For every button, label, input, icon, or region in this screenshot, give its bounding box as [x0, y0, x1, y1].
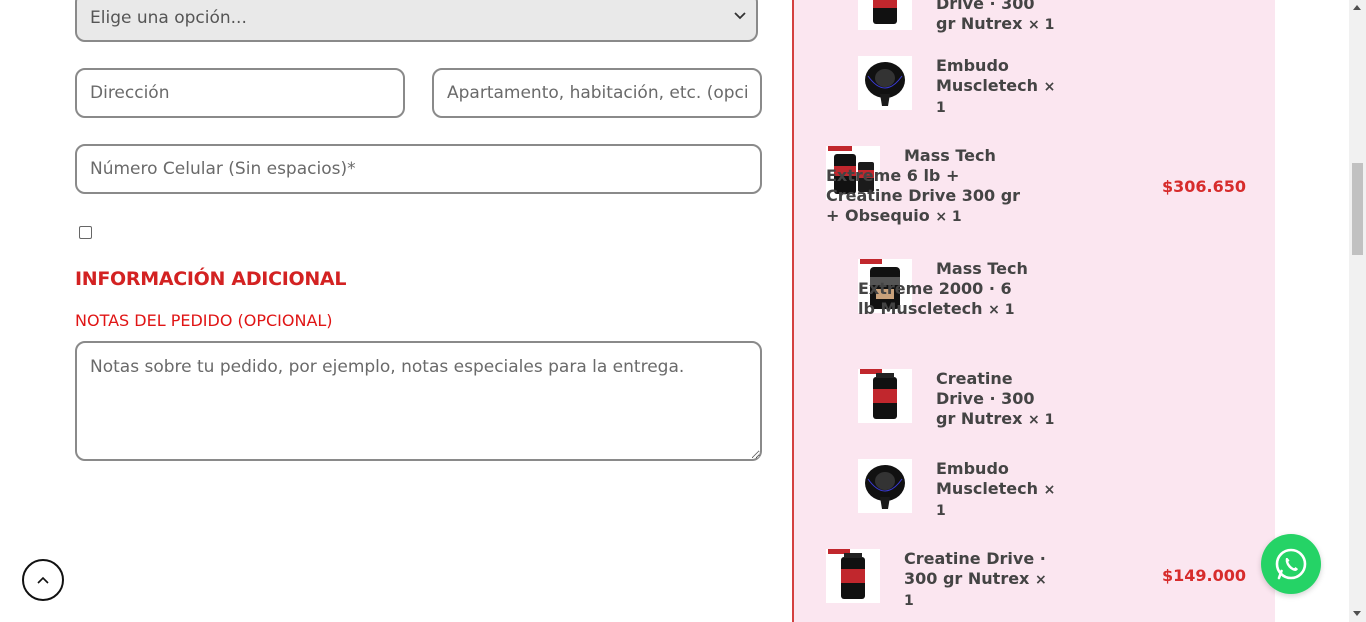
item-price: $149.000 [1161, 566, 1246, 585]
item-qty: × 1 [1027, 17, 1055, 33]
chevron-down-icon [734, 12, 746, 20]
phone-input[interactable] [75, 144, 762, 194]
apartment-input[interactable] [432, 68, 762, 118]
item-title: Embudo Muscletech [936, 56, 1039, 95]
product-thumbnail [858, 459, 912, 513]
scrollbar-thumb[interactable] [1352, 163, 1363, 255]
item-title: Creatine Drive · 300 gr Nutrex [936, 369, 1035, 428]
item-qty: × 1 [935, 209, 962, 225]
country-select[interactable]: Elige una opción... [75, 0, 758, 42]
whatsapp-icon [1275, 548, 1307, 580]
order-notes-label: NOTAS DEL PEDIDO (OPCIONAL) [75, 311, 333, 330]
select-value: Elige una opción... [90, 8, 247, 28]
terms-checkbox[interactable] [79, 226, 92, 239]
order-summary: Creatine Drive · 300 gr Nutrex × 1 Embud… [792, 0, 1275, 622]
item-qty: × 1 [988, 302, 1015, 318]
item-title: Embudo Muscletech [936, 459, 1039, 498]
back-to-top-button[interactable] [22, 559, 64, 601]
product-thumbnail [826, 549, 880, 603]
item-qty: × 1 [1027, 412, 1055, 428]
item-price: $306.650 [1161, 177, 1246, 196]
product-thumbnail [858, 369, 912, 423]
scroll-up-arrow[interactable] [1353, 5, 1361, 10]
product-thumbnail [858, 0, 912, 30]
item-title: Creatine Drive · 300 gr Nutrex [904, 549, 1046, 588]
item-title: Mass Tech Extreme 6 lb + Creatine Drive … [826, 146, 1021, 225]
order-notes-textarea[interactable] [75, 341, 762, 461]
additional-info-heading: INFORMACIÓN ADICIONAL [75, 268, 347, 290]
address-input[interactable] [75, 68, 405, 118]
page-scrollbar[interactable] [1349, 0, 1366, 622]
product-thumbnail [858, 56, 912, 110]
chevron-up-icon [37, 576, 49, 584]
item-title: Creatine Drive · 300 gr Nutrex [936, 0, 1035, 33]
scroll-down-arrow[interactable] [1353, 611, 1361, 616]
whatsapp-chat-button[interactable] [1261, 534, 1321, 594]
